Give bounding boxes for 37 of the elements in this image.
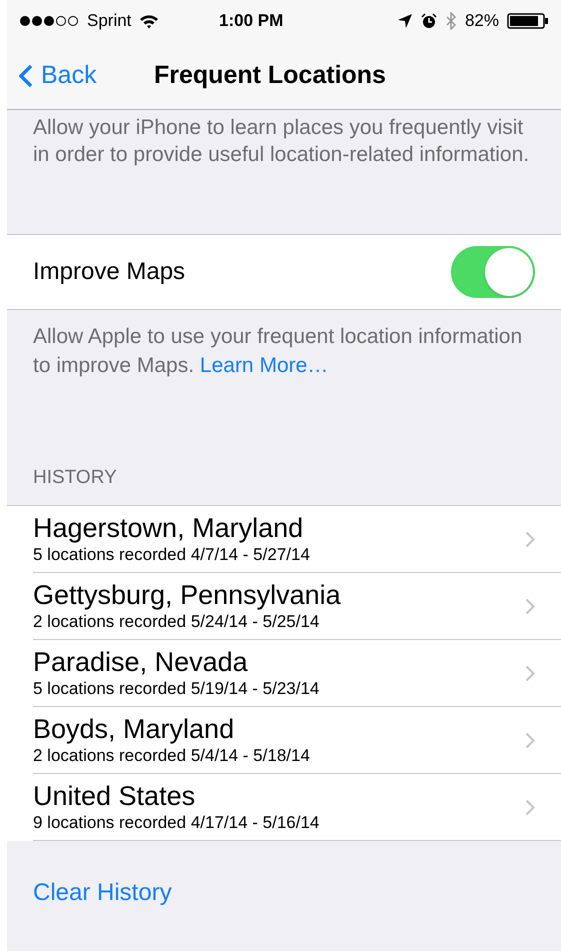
chevron-right-icon [525,530,535,548]
location-name: Gettysburg, Pennsylvania [33,579,342,611]
chevron-left-icon [19,64,33,88]
section-header: HISTORY [32,466,118,490]
location-name: Boyds, Maryland [33,713,236,745]
location-name: United States [33,780,196,812]
chevron-right-icon [525,732,535,748]
chevron-right-icon [525,664,535,682]
bluetooth-icon [444,12,457,30]
history-row[interactable]: Paradise, Nevada 5 locations recorded 5/19/14 - 5/23/14 [33,640,561,707]
improve-maps-label: Improve Maps [33,257,186,287]
alarm-clock-icon [420,13,437,29]
chevron-right-icon [525,598,535,614]
location-summary: 2 locations recorded 5/24/14 - 5/25/14 [33,611,320,633]
location-arrow-icon [396,13,413,29]
intro-text: Allow your iPhone to learn places you frequently visit in order to provide useful location-related information. [32,115,530,168]
screen-title: Frequent Locations [154,60,386,91]
carrier-name: Sprint [87,10,132,32]
history-row[interactable]: Gettysburg, Pennsylvania 2 locations recorded 5/24/14 - 5/25/14 [33,573,561,640]
status-time: 1:00 PM [219,10,284,32]
location-name: Paradise, Nevada [33,646,249,678]
toggle-switch[interactable] [451,246,535,298]
back-button[interactable]: Back [19,56,154,94]
location-summary: 5 locations recorded 4/7/14 - 5/27/14 [33,544,311,566]
location-name: Hagerstown, Maryland [33,512,304,544]
location-summary: 9 locations recorded 4/17/14 - 5/16/14 [33,812,320,834]
chevron-right-icon [525,798,535,816]
history-row[interactable]: United States 9 locations recorded 4/17/14 - 5/16/14 [33,774,561,841]
wifi-icon [139,14,160,28]
location-summary: 5 locations recorded 5/19/14 - 5/23/14 [33,678,320,700]
footer-text: Allow Apple to use your frequent location information to improve Maps. Learn More… [32,324,524,379]
location-summary: 2 locations recorded 5/4/14 - 5/18/14 [33,745,311,767]
history-row[interactable]: Hagerstown, Maryland 5 locations recorded 4/7/14 - 5/27/14 [33,506,561,573]
signal-icon [19,15,79,27]
history-row[interactable]: Boyds, Maryland 2 locations recorded 5/4/14 - 5/18/14 [33,707,561,774]
battery-percent: 82% [464,10,499,32]
battery-icon [507,13,549,29]
